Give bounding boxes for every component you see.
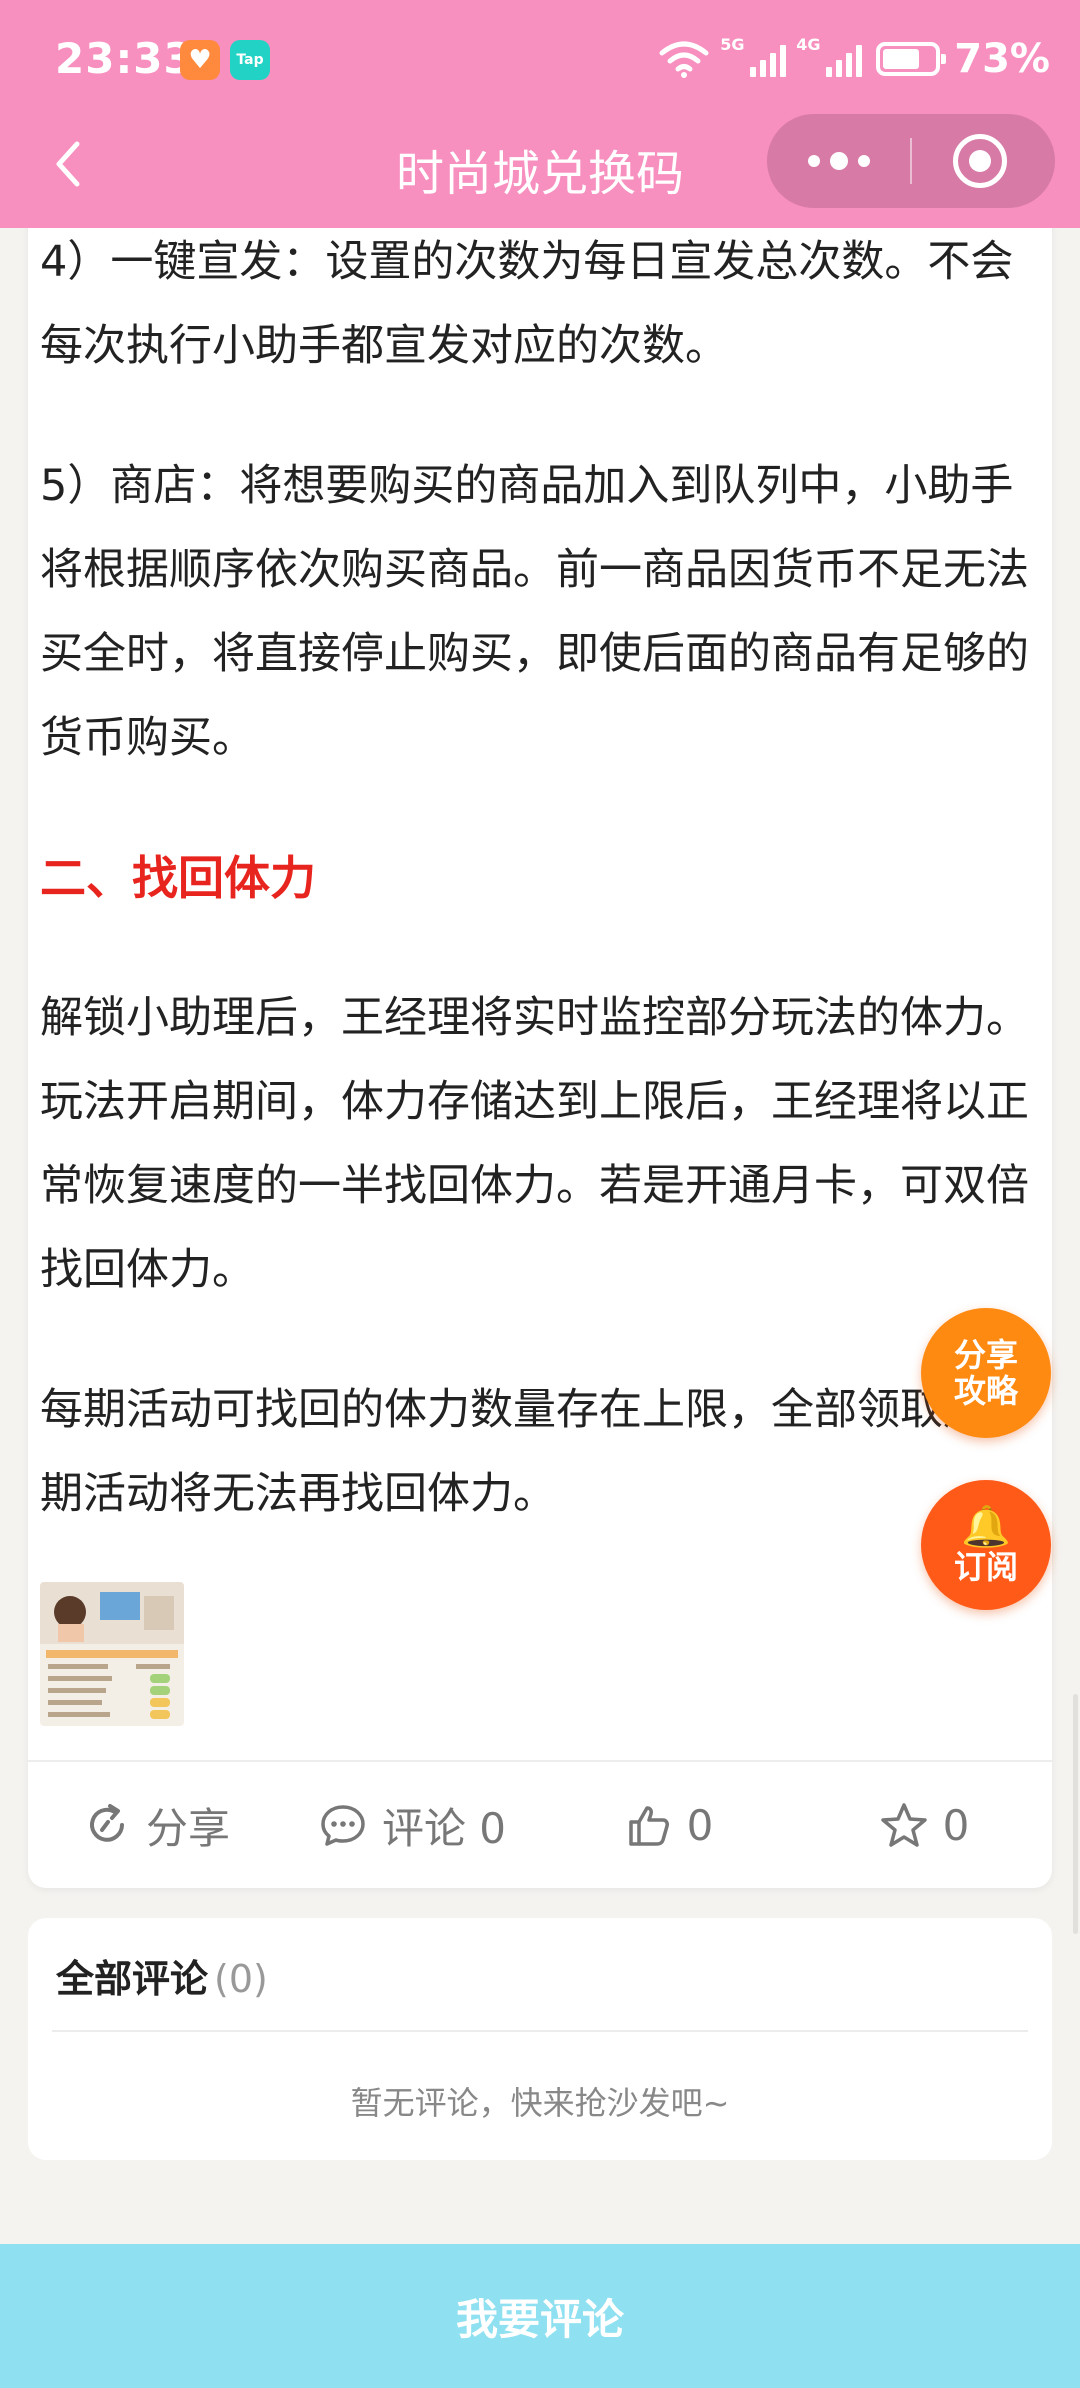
share-label: 分享 [145, 1803, 230, 1853]
article-paragraph: 每期活动可找回的体力数量存在上限，全部领取后本期活动将无法再找回体力。 [40, 1385, 1029, 1519]
subscribe-label: 订阅 [953, 1548, 1018, 1586]
battery-percent: 73% [954, 36, 1050, 82]
nav-bar: 时尚城兑换码 [0, 114, 1080, 214]
write-comment-label: 我要评论 [455, 2294, 624, 2344]
favorite-button[interactable]: 0 [796, 1762, 1052, 1888]
share-button[interactable]: 分享 [28, 1762, 284, 1888]
share-guide-line1: 分享 [953, 1336, 1018, 1374]
status-time: 23:33 [55, 34, 194, 83]
share-guide-button[interactable]: 分享 攻略 [921, 1308, 1051, 1438]
favorite-count: 0 [942, 1800, 970, 1850]
comments-title-text: 全部评论 [56, 1957, 209, 2001]
signal-5g-icon: 5G [720, 35, 787, 77]
battery-icon [876, 42, 947, 76]
article-actions: 分享 评论 0 0 0 [28, 1762, 1052, 1888]
article-paragraph: 5）商店：将想要购买的商品加入到队列中，小助手将根据顺序依次购买商品。前一商品因… [40, 461, 1029, 763]
comments-section: 全部评论 (0) 暂无评论，快来抢沙发吧~ [28, 1918, 1052, 2160]
miniapp-close-button[interactable] [953, 134, 1007, 188]
taptap-icon: Tap [230, 40, 270, 80]
article-image-thumbnail[interactable] [40, 1582, 184, 1726]
wifi-icon [659, 41, 709, 78]
divider [52, 2030, 1028, 2032]
signal-4g-icon: 4G [796, 35, 863, 77]
subscribe-button[interactable]: 🔔 订阅 [921, 1480, 1051, 1610]
status-bar: 23:33 ♥ Tap 5G 4G 73% [0, 0, 1080, 120]
share-refresh-icon [89, 1804, 124, 1842]
star-icon [880, 1803, 927, 1847]
comments-count: (0) [214, 1957, 268, 2001]
comment-bubble-icon [321, 1805, 365, 1846]
write-comment-button[interactable]: 我要评论 [0, 2244, 1080, 2388]
more-button[interactable] [767, 114, 910, 208]
scrollbar[interactable] [1073, 1694, 1078, 1934]
app-header: 23:33 ♥ Tap 5G 4G 73% 时尚城兑换码 [0, 0, 1080, 228]
thumbs-up-icon [628, 1806, 669, 1846]
miniapp-capsule [767, 114, 1055, 208]
article-body: 4）一键宣发：设置的次数为每日宣发总次数。不会每次执行小助手都宣发对应的次数。 … [40, 220, 1050, 1536]
article-card: 4）一键宣发：设置的次数为每日宣发总次数。不会每次执行小助手都宣发对应的次数。 … [28, 180, 1052, 1888]
article-paragraph: 解锁小助理后，王经理将实时监控部分玩法的体力。玩法开启期间，体力存储达到上限后，… [40, 993, 1029, 1295]
empty-comments-text: 暂无评论，快来抢沙发吧~ [350, 2084, 730, 2122]
system-icons: 5G 4G 73% [658, 35, 1050, 82]
article-paragraph: 4）一键宣发：设置的次数为每日宣发总次数。不会每次执行小助手都宣发对应的次数。 [40, 237, 1014, 371]
like-button[interactable]: 0 [540, 1762, 796, 1888]
bell-icon: 🔔 [961, 1504, 1011, 1550]
comment-label: 评论 0 [381, 1803, 507, 1853]
like-count: 0 [686, 1800, 714, 1850]
capsule-divider [910, 138, 912, 184]
comments-title: 全部评论 (0) [56, 1948, 268, 2003]
heart-app-icon: ♥ [180, 40, 220, 80]
share-guide-line2: 攻略 [953, 1372, 1018, 1410]
section-heading: 二、找回体力 [40, 851, 316, 905]
comment-button[interactable]: 评论 0 [284, 1762, 540, 1888]
